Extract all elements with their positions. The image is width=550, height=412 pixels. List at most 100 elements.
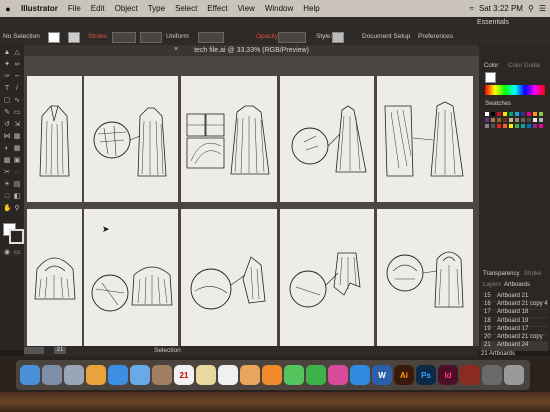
stroke-color-icon[interactable] (9, 229, 24, 244)
stroke-swatch[interactable] (68, 32, 80, 43)
screen-mode-icon[interactable]: ▭ (13, 249, 21, 256)
pencil-tool-icon[interactable]: ✎ (3, 109, 11, 116)
color-spectrum[interactable] (485, 85, 545, 95)
menu-window[interactable]: Window (260, 4, 298, 13)
eraser-tool-icon[interactable]: ▭ (13, 109, 21, 116)
swatch-5[interactable] (515, 112, 519, 116)
indesign-icon[interactable]: Id (438, 365, 458, 385)
swatch-28[interactable] (533, 124, 537, 128)
stroke-weight-field[interactable] (112, 32, 136, 43)
itunes-icon[interactable] (328, 365, 348, 385)
document-tab[interactable]: × tech file.ai @ 33.33% (RGB/Preview) (24, 45, 479, 56)
swatch-19[interactable] (539, 118, 543, 122)
shape-builder-icon[interactable]: ◐ (3, 145, 11, 152)
chrome-icon[interactable] (86, 365, 106, 385)
zoom-field[interactable] (24, 347, 44, 354)
artboard-3[interactable] (181, 76, 277, 202)
rocket-icon[interactable] (64, 365, 84, 385)
opacity-label[interactable]: Opacity: (256, 33, 280, 40)
swatch-23[interactable] (503, 124, 507, 128)
calendar-icon[interactable]: 21 (174, 365, 194, 385)
swatch-18[interactable] (533, 118, 537, 122)
swatch-12[interactable] (497, 118, 501, 122)
safari-icon[interactable] (108, 365, 128, 385)
swatch-4[interactable] (509, 112, 513, 116)
misc-icon[interactable] (460, 365, 480, 385)
artboard-9[interactable] (280, 209, 374, 346)
free-transform-icon[interactable]: ▦ (13, 133, 21, 140)
swatch-17[interactable] (527, 118, 531, 122)
slice-tool-icon[interactable]: ◧ (13, 193, 21, 200)
transparency-tab[interactable]: Transparency (483, 271, 519, 277)
line-tool-icon[interactable]: / (13, 85, 21, 92)
swatch-8[interactable] (533, 112, 537, 116)
document-setup-button[interactable]: Document Setup (362, 33, 410, 40)
menu-illustrator[interactable]: Illustrator (16, 4, 63, 13)
swatch-21[interactable] (491, 124, 495, 128)
artboards-tab[interactable]: Artboards (504, 282, 530, 288)
menu-help[interactable]: Help (298, 4, 324, 13)
preview-icon[interactable] (482, 365, 502, 385)
search-icon[interactable]: ⚲ (528, 4, 534, 13)
eyedropper-icon[interactable]: ✂ (3, 169, 11, 176)
mesh-tool-icon[interactable]: ▩ (3, 157, 11, 164)
curvature-tool-icon[interactable]: ∽ (13, 73, 21, 80)
layers-tab[interactable]: Layers (483, 282, 501, 288)
menu-object[interactable]: Object (110, 4, 143, 13)
artboard-5[interactable] (377, 76, 473, 202)
artboard-1[interactable] (27, 76, 82, 202)
close-document-icon[interactable]: × (174, 46, 178, 53)
messages-icon[interactable] (284, 365, 304, 385)
rectangle-tool-icon[interactable]: ▢ (3, 97, 11, 104)
paintbrush-tool-icon[interactable]: ∿ (13, 97, 21, 104)
swatch-6[interactable] (521, 112, 525, 116)
scale-tool-icon[interactable]: ⇲ (13, 121, 21, 128)
wifi-icon[interactable]: ≈ (470, 4, 474, 13)
brush-field[interactable] (198, 32, 224, 43)
fill-swatch[interactable] (48, 32, 60, 43)
swatch-29[interactable] (539, 124, 543, 128)
swatch-25[interactable] (515, 124, 519, 128)
graph-tool-icon[interactable]: ▤ (13, 181, 21, 188)
symbol-sprayer-icon[interactable]: ☀ (3, 181, 11, 188)
apple-icon[interactable]: ● (0, 4, 16, 14)
menu-effect[interactable]: Effect (202, 4, 232, 13)
clock[interactable]: Sat 3:22 PM (479, 4, 523, 13)
swatch-26[interactable] (521, 124, 525, 128)
swatch-2[interactable] (497, 112, 501, 116)
swatch-27[interactable] (527, 124, 531, 128)
draw-mode-icon[interactable]: ◉ (3, 249, 11, 256)
zoom-tool-icon[interactable]: ⚲ (13, 205, 21, 212)
hand-tool-icon[interactable]: ✋ (3, 205, 12, 212)
menu-file[interactable]: File (63, 4, 86, 13)
width-tool-icon[interactable]: ⋈ (3, 133, 11, 140)
magic-wand-icon[interactable]: ✦ (3, 61, 11, 68)
stroke-tab[interactable]: Stroke (524, 271, 541, 277)
swatch-11[interactable] (491, 118, 495, 122)
swatch-15[interactable] (515, 118, 519, 122)
artboard-navigator[interactable]: 21 (54, 347, 66, 354)
swatch-3[interactable] (503, 112, 507, 116)
menu-type[interactable]: Type (143, 4, 170, 13)
launchpad-icon[interactable] (42, 365, 62, 385)
lasso-icon[interactable]: ∞ (13, 61, 21, 68)
workspace-switcher[interactable]: Essentials (477, 19, 509, 26)
ibooks-icon[interactable] (262, 365, 282, 385)
swatch-14[interactable] (509, 118, 513, 122)
direct-selection-tool-icon[interactable]: △ (13, 49, 21, 56)
gradient-tool-icon[interactable]: ▣ (13, 157, 21, 164)
pen-tool-icon[interactable]: ✑ (3, 73, 11, 80)
swatch-1[interactable] (491, 112, 495, 116)
menu-edit[interactable]: Edit (86, 4, 110, 13)
preferences-button[interactable]: Preferences (418, 33, 453, 40)
stroke-style[interactable]: Uniform (166, 33, 189, 40)
swatch-9[interactable] (539, 112, 543, 116)
appstore-icon[interactable] (350, 365, 370, 385)
selection-tool-icon[interactable]: ▲ (3, 49, 11, 56)
finder-icon[interactable] (20, 365, 40, 385)
graphic-style-swatch[interactable] (332, 32, 344, 43)
swatch-7[interactable] (527, 112, 531, 116)
facetime-icon[interactable] (306, 365, 326, 385)
swatches-tab[interactable]: Swatches (485, 101, 511, 107)
artboard-6[interactable] (27, 209, 82, 346)
